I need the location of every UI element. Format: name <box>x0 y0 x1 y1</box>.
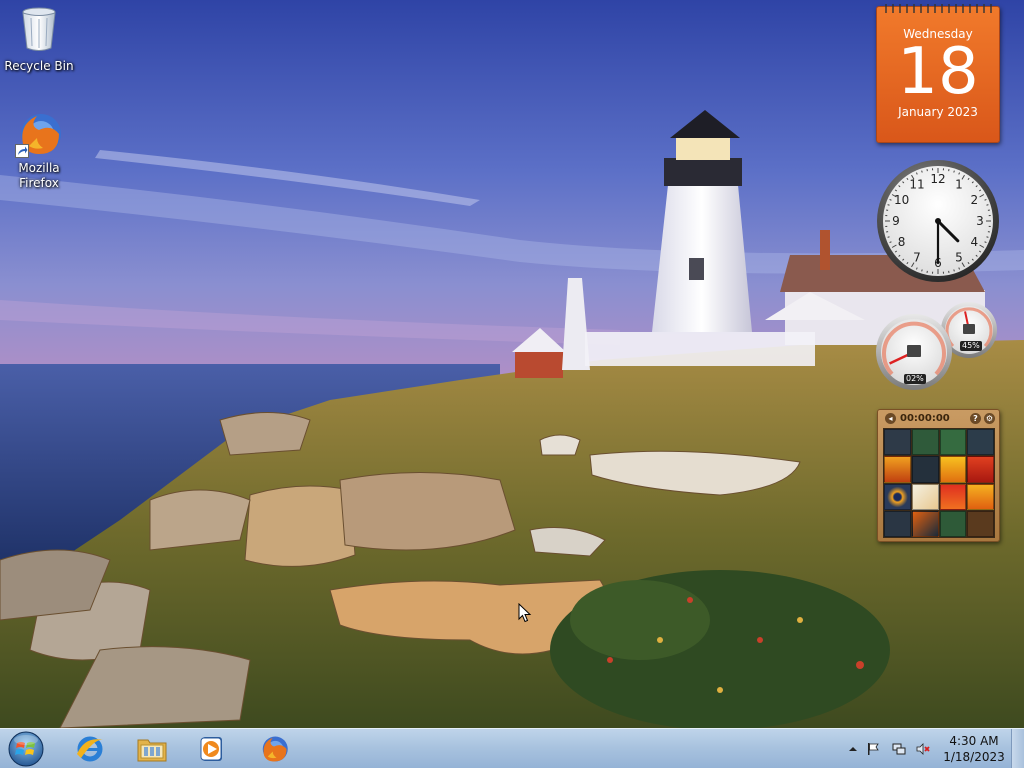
memory-usage-label: 45% <box>960 341 982 351</box>
calendar-month-year: January 2023 <box>898 105 978 119</box>
taskbar-date: 1/18/2023 <box>943 750 1005 764</box>
puzzle-tile[interactable] <box>939 456 967 483</box>
puzzle-tile[interactable] <box>967 483 994 510</box>
puzzle-toolbar: ◂ 00:00:00 ? ⚙ <box>878 410 999 426</box>
desktop-icon-label: Mozilla Firefox <box>18 161 60 190</box>
calendar-day-number: 18 <box>897 35 979 109</box>
network-icon[interactable] <box>892 742 906 756</box>
puzzle-tile[interactable] <box>911 483 939 510</box>
clock-numeral: 9 <box>892 214 900 228</box>
clock-tick <box>921 269 923 272</box>
calendar-rings <box>885 4 992 13</box>
puzzle-tile[interactable] <box>884 429 911 456</box>
puzzle-tile[interactable] <box>884 483 911 510</box>
notification-area <box>842 729 950 768</box>
desktop-icon-recycle-bin[interactable]: Recycle Bin <box>1 6 77 74</box>
puzzle-tile[interactable] <box>967 456 994 483</box>
picture-puzzle-gadget[interactable]: ◂ 00:00:00 ? ⚙ <box>877 409 1000 542</box>
clock-numeral: 12 <box>930 172 945 186</box>
puzzle-tile[interactable] <box>939 483 967 510</box>
taskbar-internet-explorer[interactable] <box>66 732 114 766</box>
clock-tick <box>986 204 989 206</box>
puzzle-grid <box>883 428 995 538</box>
clock-tick <box>887 204 890 206</box>
clock-tick <box>921 170 923 173</box>
puzzle-back-button[interactable]: ◂ <box>885 412 896 424</box>
puzzle-tile[interactable] <box>911 510 939 537</box>
clock-numeral: 5 <box>955 250 963 264</box>
puzzle-help-button[interactable]: ? <box>970 412 981 424</box>
taskbar-windows-media-player[interactable] <box>188 732 236 766</box>
show-desktop-button[interactable] <box>1011 729 1024 768</box>
clock-tick <box>953 170 955 173</box>
puzzle-empty-slot <box>967 510 994 537</box>
desktop-wallpaper <box>0 0 1024 728</box>
puzzle-tile[interactable] <box>967 429 994 456</box>
clock-numeral: 3 <box>976 214 984 228</box>
internet-explorer-icon <box>75 734 105 768</box>
media-player-icon <box>197 734 227 768</box>
calendar-gadget[interactable]: Wednesday 18 January 2023 <box>876 4 1000 143</box>
taskbar-mozilla-firefox[interactable] <box>250 732 298 766</box>
firefox-icon <box>15 110 63 158</box>
firefox-icon <box>259 734 289 768</box>
taskbar-time: 4:30 AM <box>949 734 999 748</box>
clock-numeral: 7 <box>913 250 921 264</box>
recycle-bin-icon <box>1 6 77 56</box>
show-hidden-icons-arrow-icon[interactable] <box>846 742 860 756</box>
puzzle-settings-button[interactable]: ⚙ <box>984 412 995 424</box>
cpu-meter-gadget[interactable]: 02% 45% <box>873 300 1001 392</box>
start-button[interactable] <box>6 730 46 768</box>
clock-tick <box>953 269 955 272</box>
clock-tick <box>986 236 989 238</box>
puzzle-tile[interactable] <box>939 429 967 456</box>
clock-numeral: 8 <box>898 235 906 249</box>
clock-numeral: 1 <box>955 178 963 192</box>
taskbar-clock[interactable]: 4:30 AM 1/18/2023 <box>940 733 1008 765</box>
windows-orb-icon <box>8 731 44 767</box>
taskbar-windows-explorer[interactable] <box>127 732 175 766</box>
taskbar: 4:30 AM 1/18/2023 <box>0 728 1024 768</box>
volume-muted-icon[interactable] <box>916 742 930 756</box>
cpu-usage-label: 02% <box>904 374 926 384</box>
clock-gadget[interactable]: 121234567891011 <box>875 158 1001 284</box>
puzzle-tile[interactable] <box>939 510 967 537</box>
puzzle-tile[interactable] <box>911 429 939 456</box>
mouse-cursor-icon <box>518 603 532 623</box>
puzzle-tile[interactable] <box>911 456 939 483</box>
puzzle-tile[interactable] <box>884 510 911 537</box>
desktop-icon-mozilla-firefox[interactable]: Mozilla Firefox <box>1 110 77 191</box>
action-center-flag-icon[interactable] <box>866 742 880 756</box>
clock-numeral: 4 <box>971 235 979 249</box>
puzzle-timer: 00:00:00 <box>900 412 950 424</box>
clock-tick <box>887 236 890 238</box>
clock-numeral: 11 <box>909 178 924 192</box>
clock-numeral: 10 <box>894 193 909 207</box>
puzzle-tile[interactable] <box>884 456 911 483</box>
desktop-icon-label: Recycle Bin <box>4 59 74 73</box>
folder-icon <box>136 734 168 768</box>
clock-numeral: 2 <box>971 193 979 207</box>
shortcut-arrow-icon <box>15 144 29 158</box>
